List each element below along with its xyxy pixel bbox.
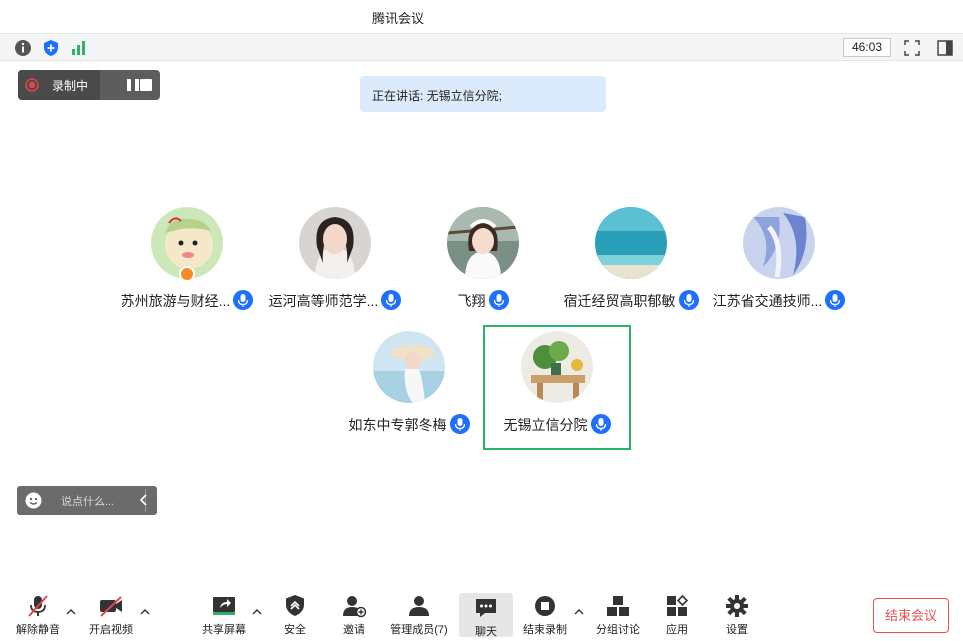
mic-icon [678,290,699,310]
chat-button[interactable]: 聊天 [459,593,513,638]
share-screen-icon [213,597,235,615]
chat-icon [476,599,496,617]
mic-icon [449,414,470,434]
stop-recording-icon[interactable] [140,79,152,91]
shield-icon [286,595,304,616]
chevron-left-icon[interactable] [139,494,149,506]
recording-status: 录制中 [18,70,100,100]
chevron-up-icon[interactable] [140,608,150,616]
recording-control: 录制中 [18,70,160,100]
chat-input[interactable]: 说点什么... [17,486,157,515]
participant-name: 如东中专郭冬梅 [334,414,484,435]
sidebar-toggle-icon[interactable] [936,39,954,57]
speaking-indicator: 正在讲话: 无锡立信分院; [360,76,606,112]
manage-members-button[interactable]: 管理成员(7) [386,588,452,641]
avatar [521,331,593,403]
chevron-up-icon[interactable] [574,608,584,616]
add-user-icon [343,596,367,618]
chat-placeholder: 说点什么... [61,496,115,508]
mic-icon [590,414,611,434]
participant-name: 江苏省交通技师... [704,290,854,311]
signal-icon[interactable] [70,39,88,57]
meeting-info-bar: 46:03 [0,33,963,61]
shield-icon[interactable] [42,39,60,57]
participant-tile[interactable]: 飞翔 [408,207,558,327]
apps-icon [667,594,689,616]
end-meeting-button[interactable]: 结束会议 [873,598,949,633]
share-screen-button[interactable]: 共享屏幕 [198,588,250,641]
meeting-toolbar: 解除静音 开启视频 共享屏幕 安全 邀请 管理成员(7) 聊天 结束录制 分组讨… [0,588,963,641]
participant-tile[interactable]: 无锡立信分院 [482,331,632,451]
stop-record-icon [535,596,555,616]
participant-tile[interactable]: 苏州旅游与财经... [112,207,262,327]
recording-label: 录制中 [52,79,89,93]
participant-tile[interactable]: 江苏省交通技师... [704,207,854,327]
apps-button[interactable]: 应用 [656,588,698,641]
mic-icon [381,290,402,310]
participant-name: 宿迁经贸高职郁敏 [556,290,706,311]
info-icon[interactable] [14,39,32,57]
video-off-icon [100,596,122,617]
mic-icon [825,290,846,310]
window-title: 腾讯会议 [372,11,425,26]
breakout-rooms-button[interactable]: 分组讨论 [592,588,644,641]
fullscreen-icon[interactable] [903,39,921,57]
participant-tile[interactable]: 运河高等师范学... [260,207,410,327]
unmute-button[interactable]: 解除静音 [12,588,64,641]
chevron-up-icon[interactable] [252,608,262,616]
mic-muted-icon [28,595,48,617]
meeting-timer: 46:03 [843,38,891,57]
avatar [373,331,445,403]
recording-icon [25,78,39,92]
participant-name: 运河高等师范学... [260,290,410,311]
chevron-up-icon[interactable] [66,608,76,616]
emoji-icon[interactable] [25,492,42,509]
title-bar: 腾讯会议 [0,0,963,32]
participant-tile[interactable]: 宿迁经贸高职郁敏 [556,207,706,327]
avatar [595,207,667,279]
participant-name: 苏州旅游与财经... [112,290,262,311]
avatar [743,207,815,279]
mic-icon [488,290,509,310]
participant-name: 飞翔 [408,290,558,311]
participant-name: 无锡立信分院 [482,414,632,435]
breakout-icon [607,596,629,616]
members-icon [409,596,429,616]
stop-recording-button[interactable]: 结束录制 [519,588,571,641]
invite-button[interactable]: 邀请 [332,588,376,641]
avatar [447,207,519,279]
avatar [299,207,371,279]
start-video-button[interactable]: 开启视频 [84,588,138,641]
security-button[interactable]: 安全 [273,588,317,641]
participant-tile[interactable]: 如东中专郭冬梅 [334,331,484,451]
mic-icon [233,290,254,310]
gear-icon [726,595,748,617]
settings-button[interactable]: 设置 [716,588,758,641]
host-badge-icon [179,266,195,282]
meeting-window: 腾讯会议 46:03 录制中 正在讲话: 无锡立信分院; 苏州旅游与财经... … [0,0,963,641]
pause-recording-icon[interactable] [126,79,140,91]
